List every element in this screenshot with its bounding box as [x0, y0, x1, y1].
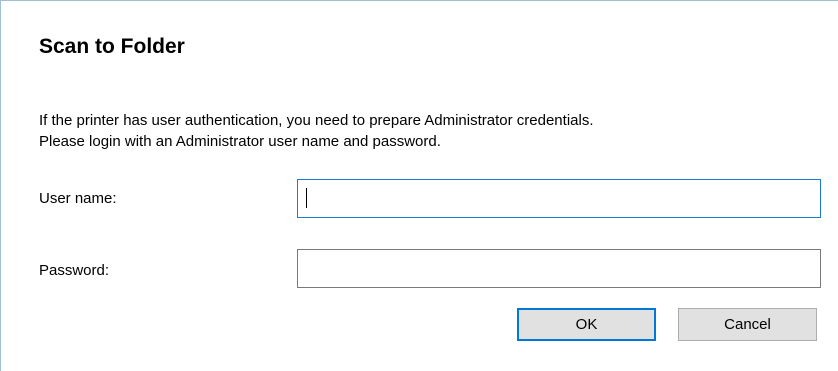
dialog-description: If the printer has user authentication, … [39, 110, 594, 152]
cancel-button[interactable]: Cancel [678, 308, 817, 341]
password-input[interactable] [297, 249, 821, 288]
username-label: User name: [39, 190, 117, 207]
scan-to-folder-dialog: Scan to Folder If the printer has user a… [0, 0, 838, 371]
password-label: Password: [39, 262, 110, 279]
ok-button[interactable]: OK [517, 308, 656, 341]
username-input[interactable] [297, 179, 821, 218]
description-line-1: If the printer has user authentication, … [39, 112, 594, 129]
text-caret [306, 188, 307, 208]
description-line-2: Please login with an Administrator user … [39, 133, 441, 150]
dialog-title: Scan to Folder [39, 35, 185, 58]
